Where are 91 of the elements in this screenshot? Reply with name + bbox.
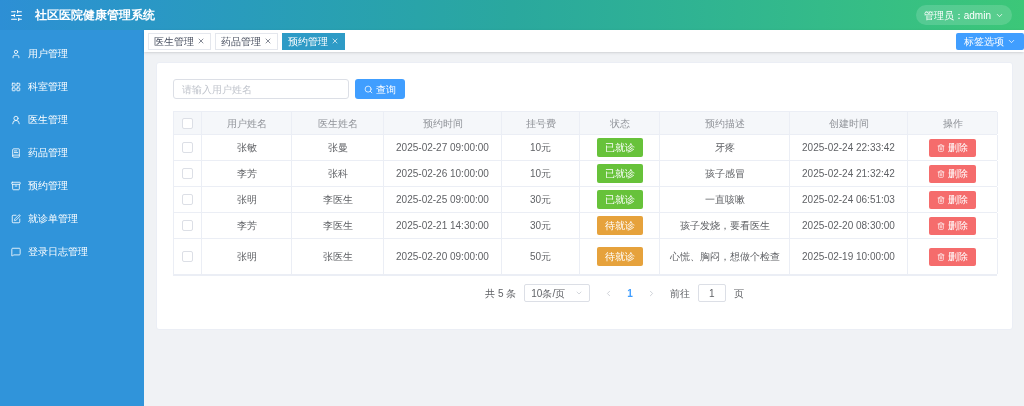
- column-header: 预约时间: [422, 116, 463, 131]
- close-icon[interactable]: [264, 37, 272, 45]
- table-cell-text: 李医生: [322, 219, 353, 233]
- page-tab[interactable]: 药品管理: [215, 32, 278, 50]
- box-icon: [11, 180, 21, 191]
- table-cell-text: 李芳: [236, 167, 257, 181]
- column-header: 状态: [609, 116, 630, 131]
- delete-button[interactable]: 删除: [929, 138, 976, 157]
- book-icon: [11, 147, 21, 158]
- column-header: 挂号费: [525, 116, 556, 131]
- sidebar-item[interactable]: 预约管理: [0, 169, 144, 202]
- search-button[interactable]: 查询: [355, 79, 405, 99]
- trash-icon: [937, 143, 945, 152]
- close-icon[interactable]: [197, 37, 205, 45]
- table-cell-text: 张明: [236, 193, 257, 207]
- table-cell-text: 10元: [529, 167, 552, 181]
- caret-icon: [575, 289, 584, 297]
- sidebar-item[interactable]: 登录日志管理: [0, 235, 144, 268]
- delete-button[interactable]: 删除: [929, 247, 976, 266]
- column-header: 预约描述: [704, 116, 745, 131]
- checkbox[interactable]: [182, 251, 193, 262]
- column-header: 用户姓名: [226, 116, 267, 131]
- table-cell-text: 10元: [529, 141, 552, 155]
- trash-icon: [937, 252, 945, 261]
- table-cell-text: 2025-02-24 22:33:42: [802, 141, 895, 155]
- delete-button[interactable]: 删除: [929, 216, 976, 235]
- table-cell-text: 30元: [529, 193, 552, 207]
- page-tab[interactable]: 预约管理: [282, 32, 345, 50]
- page-size-select[interactable]: 10条/页: [524, 284, 591, 302]
- status-badge: 已就诊: [596, 164, 643, 183]
- table-cell-text: 2025-02-20 08:30:00: [802, 219, 895, 233]
- trash-icon: [937, 221, 945, 230]
- table-cell-text: 张敏: [236, 141, 257, 155]
- page-jump-field[interactable]: 1: [697, 284, 726, 302]
- table-cell-text: 张明: [236, 250, 257, 264]
- app-title: 社区医院健康管理系统: [35, 7, 155, 24]
- status-badge: 已就诊: [596, 190, 643, 209]
- sidebar-item[interactable]: 就诊单管理: [0, 202, 144, 235]
- table-cell-text: 2025-02-20 09:00:00: [396, 250, 489, 264]
- delete-button[interactable]: 删除: [929, 164, 976, 183]
- sidebar-item[interactable]: 用户管理: [0, 37, 144, 70]
- table-cell-text: 牙疼: [714, 141, 735, 155]
- total-count: 共 5 条: [485, 286, 517, 301]
- table-cell-text: 孩子发烧，要看医生: [679, 219, 770, 233]
- sidebar-item[interactable]: 科室管理: [0, 70, 144, 103]
- table-cell-text: 张科: [327, 167, 348, 181]
- tab-options-button[interactable]: 标签选项: [956, 32, 1024, 50]
- table-cell-text: 30元: [529, 219, 552, 233]
- table-cell-text: 张医生: [322, 250, 353, 264]
- table-cell-text: 孩子感冒: [704, 167, 745, 181]
- page-tab[interactable]: 医生管理: [148, 32, 211, 50]
- table-cell-text: 心慌、胸闷，想做个检查: [669, 250, 780, 264]
- column-header: 操作: [942, 116, 963, 131]
- checkbox[interactable]: [182, 194, 193, 205]
- table-cell-text: 50元: [529, 250, 552, 264]
- search-icon: [364, 84, 373, 94]
- table-cell-text: 李医生: [322, 193, 353, 207]
- goto-label: 前往: [669, 286, 690, 301]
- checkbox[interactable]: [182, 142, 193, 153]
- checkbox[interactable]: [182, 117, 193, 129]
- status-badge: 已就诊: [596, 138, 643, 157]
- status-badge: 待就诊: [596, 247, 643, 266]
- status-badge: 待就诊: [596, 216, 643, 235]
- table-cell-text: 李芳: [236, 219, 257, 233]
- grid-icon: [11, 81, 21, 92]
- checkbox[interactable]: [182, 220, 193, 231]
- checkbox[interactable]: [182, 168, 193, 179]
- sidebar-item[interactable]: 药品管理: [0, 136, 144, 169]
- trash-icon: [937, 169, 945, 178]
- user-icon: [11, 48, 21, 59]
- delete-button[interactable]: 删除: [929, 190, 976, 209]
- table-cell-text: 张曼: [327, 141, 348, 155]
- table-cell-text: 2025-02-24 21:32:42: [802, 167, 895, 181]
- table-cell-text: 2025-02-19 10:00:00: [802, 250, 895, 264]
- page-unit: 页: [733, 286, 744, 301]
- page-number[interactable]: 1: [621, 285, 639, 301]
- menu-toggle-icon[interactable]: [10, 8, 23, 22]
- table-cell-text: 2025-02-24 06:51:03: [802, 193, 895, 207]
- column-header: 创建时间: [828, 116, 869, 131]
- person-icon: [11, 114, 21, 125]
- table-cell-text: 2025-02-27 09:00:00: [396, 141, 489, 155]
- user-menu[interactable]: 管理员：admin: [915, 5, 1012, 25]
- column-header: 医生姓名: [317, 116, 358, 131]
- sidebar-item[interactable]: 医生管理: [0, 103, 144, 136]
- edit-icon: [11, 213, 21, 224]
- table-cell-text: 2025-02-21 14:30:00: [396, 219, 489, 233]
- table-cell-text: 2025-02-25 09:00:00: [396, 193, 489, 207]
- table-cell-text: 2025-02-26 10:00:00: [396, 167, 489, 181]
- trash-icon: [937, 195, 945, 204]
- table-cell-text: 一直咳嗽: [704, 193, 745, 207]
- chat-bubble-icon: [11, 246, 21, 257]
